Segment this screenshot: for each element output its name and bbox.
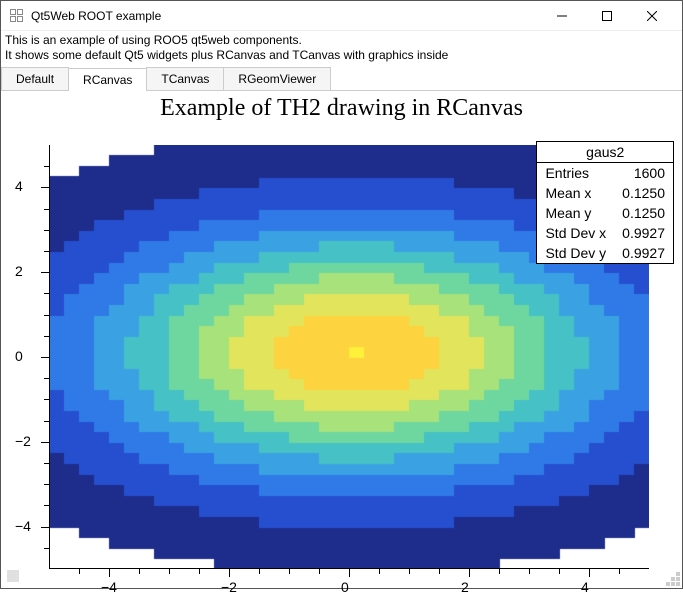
app-icon [9, 9, 23, 23]
window-title: Qt5Web ROOT example [31, 9, 539, 23]
y-tick [44, 166, 49, 167]
x-tick [589, 569, 590, 577]
stats-val: 1600 [634, 165, 665, 181]
stats-row: Mean x 0.1250 [537, 183, 673, 203]
y-tick [44, 548, 49, 549]
y-tick-label: −4 [15, 518, 37, 534]
y-tick [44, 209, 49, 210]
x-tick [529, 569, 530, 574]
titlebar[interactable]: Qt5Web ROOT example [1, 1, 682, 31]
y-tick-label: 0 [15, 348, 37, 364]
maximize-button[interactable] [584, 1, 629, 31]
description-line2: It shows some default Qt5 widgets plus R… [5, 48, 678, 63]
tab-bar: Default RCanvas TCanvas RGeomViewer [1, 67, 682, 91]
x-tick [169, 569, 170, 574]
description: This is an example of using ROO5 qt5web … [1, 31, 682, 65]
x-tick [109, 569, 110, 577]
stats-key: Mean y [545, 205, 591, 221]
y-tick [44, 421, 49, 422]
y-axis [49, 145, 50, 569]
y-tick [44, 293, 49, 294]
y-tick [41, 357, 49, 358]
stats-name: gaus2 [537, 142, 673, 163]
y-tick [44, 484, 49, 485]
x-tick [499, 569, 500, 574]
stats-row: Std Dev x 0.9927 [537, 223, 673, 243]
x-tick [439, 569, 440, 574]
x-tick [409, 569, 410, 574]
stats-row: Entries 1600 [537, 163, 673, 183]
y-tick-label: 4 [15, 178, 37, 194]
y-tick [44, 336, 49, 337]
y-tick [44, 399, 49, 400]
maximize-icon [602, 11, 612, 21]
x-tick [469, 569, 470, 577]
stats-key: Std Dev y [545, 245, 606, 261]
y-tick [44, 230, 49, 231]
stats-val: 0.9927 [622, 245, 665, 261]
tab-tcanvas[interactable]: TCanvas [146, 67, 224, 90]
tab-default[interactable]: Default [1, 67, 69, 90]
x-tick [139, 569, 140, 574]
close-icon [647, 11, 657, 21]
close-button[interactable] [629, 1, 674, 31]
stats-key: Mean x [545, 185, 591, 201]
chart-title: Example of TH2 drawing in RCanvas [1, 95, 682, 122]
y-tick-label: 2 [15, 263, 37, 279]
stats-row: Std Dev y 0.9927 [537, 243, 673, 263]
x-tick [79, 569, 80, 574]
y-tick [41, 272, 49, 273]
x-tick [229, 569, 230, 577]
status-indicator [7, 570, 19, 582]
stats-val: 0.1250 [622, 205, 665, 221]
minimize-icon [557, 11, 567, 21]
stats-key: Entries [545, 165, 589, 181]
x-tick [559, 569, 560, 574]
x-tick [319, 569, 320, 574]
y-tick [41, 442, 49, 443]
y-tick [41, 187, 49, 188]
stats-val: 0.9927 [622, 225, 665, 241]
minimize-button[interactable] [539, 1, 584, 31]
stats-key: Std Dev x [545, 225, 606, 241]
tab-rgeomviewer[interactable]: RGeomViewer [223, 67, 331, 90]
x-tick-label: 0 [341, 579, 349, 595]
x-tick-label: 2 [461, 579, 469, 595]
y-tick [44, 315, 49, 316]
stats-row: Mean y 0.1250 [537, 203, 673, 223]
y-tick [41, 527, 49, 528]
x-tick [259, 569, 260, 574]
description-line1: This is an example of using ROO5 qt5web … [5, 33, 678, 48]
resize-grip[interactable] [666, 572, 680, 586]
y-tick-label: −2 [15, 433, 37, 449]
tab-rcanvas[interactable]: RCanvas [68, 68, 147, 91]
x-tick [619, 569, 620, 574]
window-controls [539, 1, 674, 31]
canvas-area[interactable]: Example of TH2 drawing in RCanvas gaus2 … [1, 91, 682, 588]
stats-val: 0.1250 [622, 185, 665, 201]
x-tick-label: 4 [581, 579, 589, 595]
y-tick [44, 463, 49, 464]
x-tick [379, 569, 380, 574]
y-tick [44, 378, 49, 379]
y-tick [44, 251, 49, 252]
x-tick [349, 569, 350, 577]
x-tick-label: −2 [221, 579, 237, 595]
x-tick [289, 569, 290, 574]
stats-box[interactable]: gaus2 Entries 1600 Mean x 0.1250 Mean y 0.1… [536, 141, 674, 264]
x-tick-label: −4 [101, 579, 117, 595]
x-tick [199, 569, 200, 574]
y-tick [44, 505, 49, 506]
app-window: Qt5Web ROOT example This is an example o… [0, 0, 683, 589]
